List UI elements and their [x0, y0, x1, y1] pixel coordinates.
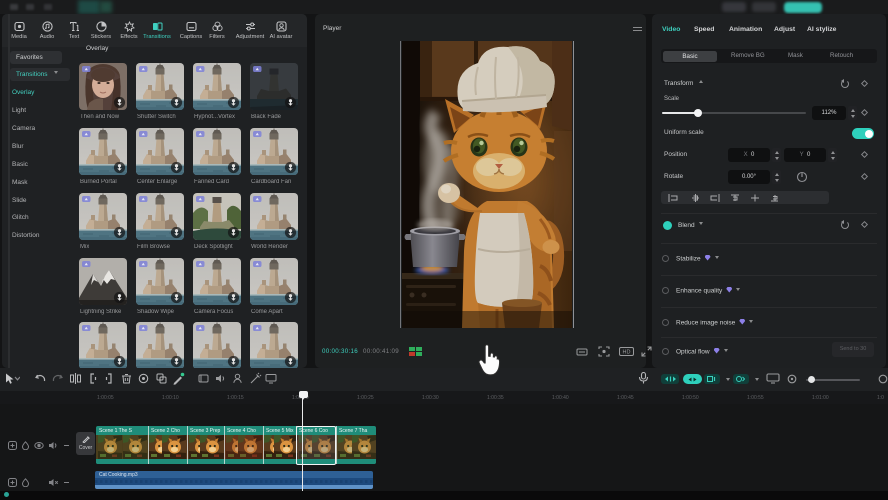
- svg-text:HD: HD: [623, 350, 631, 356]
